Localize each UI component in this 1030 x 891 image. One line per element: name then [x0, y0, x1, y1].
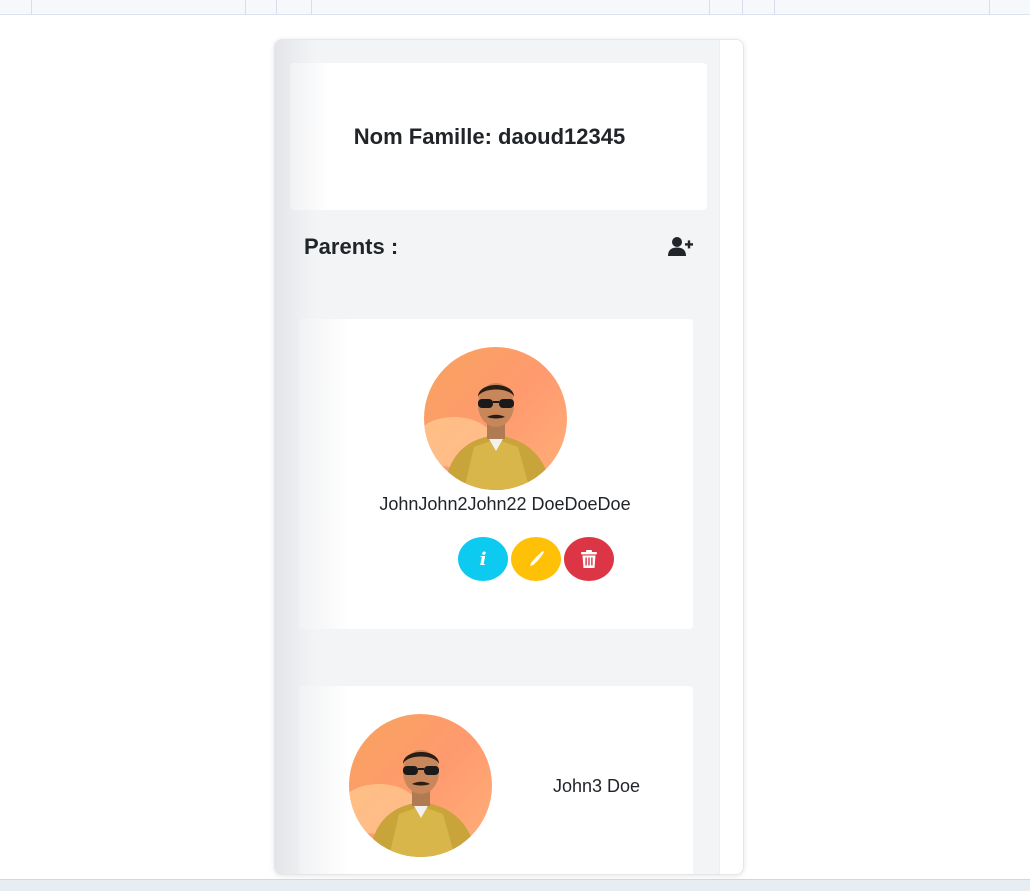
- delete-button[interactable]: [564, 537, 614, 581]
- ruler-tick: [31, 0, 32, 14]
- parent-name: John3 Doe: [553, 776, 641, 796]
- add-parent-button[interactable]: [668, 236, 694, 258]
- ruler-tick: [774, 0, 775, 14]
- family-title: Nom Famille: daoud12345: [353, 123, 626, 149]
- trash-icon: [581, 550, 597, 568]
- ruler-tick: [276, 0, 277, 14]
- ruler-tick: [742, 0, 743, 14]
- family-panel: Nom Famille: daoud12345 Parents : JohnJo…: [274, 39, 744, 875]
- top-ruler: [0, 0, 1030, 15]
- info-icon: i: [479, 548, 487, 570]
- edit-button[interactable]: [511, 537, 561, 581]
- ruler-tick: [709, 0, 710, 14]
- avatar-illustration: [349, 714, 492, 857]
- parent-avatar: [349, 714, 492, 857]
- user-plus-icon: [668, 237, 693, 256]
- ruler-tick: [245, 0, 246, 14]
- scrollbar[interactable]: [719, 40, 743, 874]
- parent-actions: i: [458, 537, 617, 581]
- parent-name: JohnJohn2John22 DoeDoeDoe: [379, 494, 631, 514]
- ruler-tick: [311, 0, 312, 14]
- parents-title: Parents :: [304, 234, 399, 259]
- pencil-icon: [530, 551, 544, 566]
- ruler-tick: [989, 0, 990, 14]
- family-card: Nom Famille: daoud12345: [290, 63, 707, 210]
- bottom-strip: [0, 879, 1030, 891]
- parent-avatar: [424, 347, 567, 490]
- parent-card: JohnJohn2John22 DoeDoeDoe i: [299, 319, 693, 629]
- parents-header: Parents :: [304, 234, 694, 264]
- info-button[interactable]: i: [458, 537, 508, 581]
- parent-card: John3 Doe: [299, 686, 693, 874]
- avatar-illustration: [424, 347, 567, 490]
